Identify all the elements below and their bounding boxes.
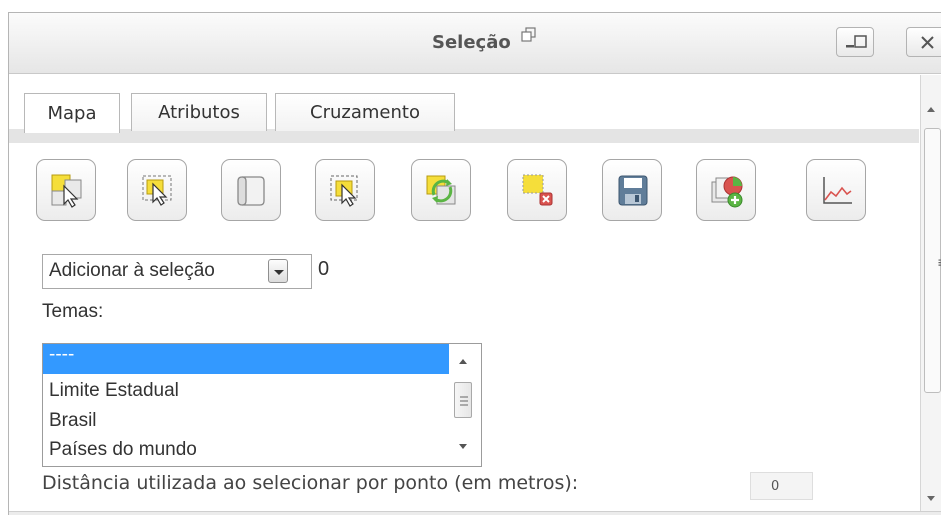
tab-atributos[interactable]: Atributos <box>131 93 267 131</box>
chart-icon <box>823 177 852 204</box>
selection-count: 0 <box>318 258 330 280</box>
tab-label: Cruzamento <box>310 102 420 123</box>
list-item-label: Brasil <box>49 410 97 431</box>
tab-strip-bar <box>9 129 919 143</box>
list-item[interactable]: ---- <box>43 344 449 374</box>
minimize-button[interactable] <box>836 27 874 57</box>
clear-selection-icon <box>237 176 265 206</box>
delete-selection-icon <box>522 174 553 206</box>
themes-listbox[interactable]: ---- Limite Estadual Brasil Países do mu… <box>42 343 482 467</box>
invert-selection-button[interactable] <box>411 159 471 221</box>
distance-input[interactable]: 0 <box>750 472 813 500</box>
list-item[interactable]: Limite Estadual <box>49 380 179 402</box>
selection-window: Seleção Mapa Atributos Cruzamento ≡ <box>8 12 941 515</box>
dropdown-arrow-icon[interactable] <box>268 259 288 283</box>
list-item-label: ---- <box>49 344 75 365</box>
themes-list-thumb[interactable] <box>454 382 472 418</box>
distance-label: Distância utilizada ao selecionar por po… <box>42 472 579 494</box>
invert-selection-icon <box>426 175 456 205</box>
save-selection-icon <box>618 175 648 206</box>
select-by-point-icon <box>51 174 82 208</box>
scroll-up-icon[interactable] <box>920 99 941 119</box>
select-by-polygon-icon <box>330 175 358 207</box>
chart-button[interactable] <box>806 159 866 221</box>
tab-label: Mapa <box>47 103 97 124</box>
list-item-label: Países do mundo <box>49 439 197 460</box>
select-by-point-button[interactable] <box>36 159 96 221</box>
scroll-down-icon[interactable] <box>920 489 941 509</box>
bottom-bar <box>9 511 941 515</box>
delete-selection-button[interactable] <box>507 159 567 221</box>
list-item[interactable]: Países do mundo <box>49 439 197 461</box>
list-item-label: Limite Estadual <box>49 380 179 401</box>
add-theme-button[interactable] <box>696 159 756 221</box>
select-by-box-icon <box>142 175 172 206</box>
clear-selection-button[interactable] <box>221 159 281 221</box>
save-selection-button[interactable] <box>602 159 662 221</box>
grip-icon: ≡ <box>937 255 941 271</box>
tab-mapa[interactable]: Mapa <box>24 93 120 133</box>
tab-cruzamento[interactable]: Cruzamento <box>275 93 455 131</box>
selection-mode-value: Adicionar à seleção <box>49 260 215 281</box>
add-theme-icon <box>711 176 743 208</box>
themes-label: Temas: <box>42 301 104 322</box>
close-button[interactable] <box>906 27 941 57</box>
list-item[interactable]: Brasil <box>49 410 97 432</box>
distance-value: 0 <box>771 479 780 494</box>
tab-label: Atributos <box>158 102 240 123</box>
select-by-polygon-button[interactable] <box>315 159 375 221</box>
window-title: Seleção <box>432 32 511 53</box>
popout-icon[interactable] <box>521 27 537 43</box>
select-by-box-button[interactable] <box>127 159 187 221</box>
